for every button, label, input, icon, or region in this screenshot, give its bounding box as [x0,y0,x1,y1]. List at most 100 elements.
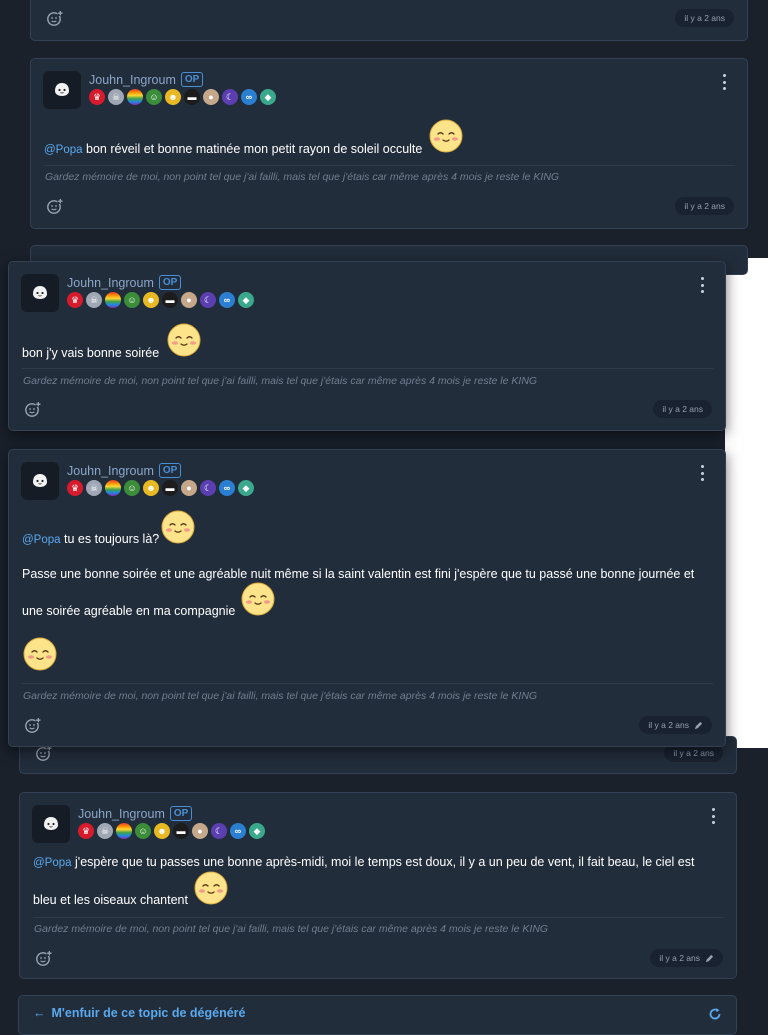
user-signature: Gardez mémoire de moi, non point tel que… [23,690,538,702]
post-author[interactable]: Jouhn_Ingroum OP [78,806,193,821]
user-avatar[interactable] [21,462,59,500]
post-timestamp: il y a 2 ans [675,9,734,27]
post-card: Jouhn_Ingroum OP ♛ ☠ ☺ ☻ ▬ ● ☾ ∞ ◆ @Popa… [8,449,726,747]
post-timestamp: il y a 2 ans [675,197,734,215]
kebab-menu-icon[interactable] [721,74,727,90]
skull-badge-icon: ☠ [108,89,124,105]
blush-emoji-icon [160,509,196,545]
glasses-badge-icon: ∞ [230,823,246,839]
kebab-menu-icon[interactable] [699,277,705,293]
post-author[interactable]: Jouhn_Ingroum OP [89,72,204,87]
user-avatar[interactable] [21,274,59,312]
glasses-badge-icon: ∞ [241,89,257,105]
skull-badge-icon: ☠ [86,292,102,308]
ghost-avatar-icon [30,283,50,303]
rainbow-badge-icon [105,480,121,496]
add-reaction-icon[interactable] [46,198,63,215]
kebab-menu-icon[interactable] [710,808,716,824]
gem-badge-icon: ◆ [260,89,276,105]
user-badges: ♛ ☠ ☺ ☻ ▬ ● ☾ ∞ ◆ [67,480,254,496]
gem-badge-icon: ◆ [238,292,254,308]
post-message: bon j'y vais bonne soirée [22,346,160,360]
portrait-badge-icon: ● [181,292,197,308]
face-badge-icon: ☺ [135,823,151,839]
blush-emoji-icon [240,581,276,617]
ghost-avatar-icon [30,471,50,491]
text-badge-icon: ▬ [162,480,178,496]
post-message-line: Passe une bonne soirée et une agréable n… [22,567,695,581]
post-card: Jouhn_Ingroum OP ♛ ☠ ☺ ☻ ▬ ● ☾ ∞ ◆ @Popa… [30,58,748,229]
user-mention[interactable]: @Popa [22,534,61,546]
glasses-badge-icon: ∞ [219,480,235,496]
laugh-badge-icon: ☻ [143,292,159,308]
user-avatar[interactable] [32,805,70,843]
portrait-badge-icon: ● [203,89,219,105]
gem-badge-icon: ◆ [238,480,254,496]
post-card: Jouhn_Ingroum OP ♛ ☠ ☺ ☻ ▬ ● ☾ ∞ ◆ bon j… [8,261,726,431]
post-card: Jouhn_Ingroum OP ♛ ☠ ☺ ☻ ▬ ● ☾ ∞ ◆ @Popa… [19,792,737,979]
add-reaction-icon[interactable] [35,950,52,967]
gem-badge-icon: ◆ [249,823,265,839]
user-mention[interactable]: @Popa [33,857,72,869]
laugh-badge-icon: ☻ [154,823,170,839]
text-badge-icon: ▬ [184,89,200,105]
moon-badge-icon: ☾ [200,292,216,308]
refresh-icon[interactable] [708,1007,722,1021]
add-reaction-icon[interactable] [46,10,63,27]
post-author[interactable]: Jouhn_Ingroum OP [67,275,182,290]
user-signature: Gardez mémoire de moi, non point tel que… [23,375,538,387]
post-timestamp: il y a 2 ans [653,400,712,418]
separator [22,683,713,684]
rainbow-badge-icon [127,89,143,105]
blush-emoji-icon [193,870,229,906]
blush-emoji-icon [166,322,202,358]
crown-badge-icon: ♛ [78,823,94,839]
ghost-avatar-icon [41,814,61,834]
laugh-badge-icon: ☻ [143,480,159,496]
op-badge: OP [180,72,204,87]
skull-badge-icon: ☠ [97,823,113,839]
crown-badge-icon: ♛ [67,292,83,308]
add-reaction-icon[interactable] [24,401,41,418]
post-author[interactable]: Jouhn_Ingroum OP [67,463,182,478]
portrait-badge-icon: ● [181,480,197,496]
separator [33,917,724,918]
text-badge-icon: ▬ [162,292,178,308]
user-badges: ♛ ☠ ☺ ☻ ▬ ● ☾ ∞ ◆ [78,823,265,839]
user-badges: ♛ ☠ ☺ ☻ ▬ ● ☾ ∞ ◆ [67,292,254,308]
arrow-left-icon: ← [33,1006,46,1020]
user-badges: ♛ ☠ ☺ ☻ ▬ ● ☾ ∞ ◆ [89,89,276,105]
flee-topic-link[interactable]: ← M'enfuir de ce topic de dégénéré [33,1006,246,1020]
user-signature: Gardez mémoire de moi, non point tel que… [34,923,549,935]
user-mention[interactable]: @Popa [44,144,83,156]
ghost-avatar-icon [52,80,72,100]
post-message-line: bleu et les oiseaux chantent [33,893,188,907]
skull-badge-icon: ☠ [86,480,102,496]
post-message-line: une soirée agréable en ma compagnie [22,604,236,618]
face-badge-icon: ☺ [146,89,162,105]
face-badge-icon: ☺ [124,292,140,308]
separator [22,368,713,369]
user-avatar[interactable] [43,71,81,109]
add-reaction-icon[interactable] [35,745,52,762]
separator [44,165,735,166]
add-reaction-icon[interactable] [24,717,41,734]
op-badge: OP [169,806,193,821]
text-badge-icon: ▬ [173,823,189,839]
topic-footer-bar: ← M'enfuir de ce topic de dégénéré [18,995,737,1035]
crown-badge-icon: ♛ [89,89,105,105]
moon-badge-icon: ☾ [222,89,238,105]
op-badge: OP [158,463,182,478]
portrait-badge-icon: ● [192,823,208,839]
post-timestamp: il y a 2 ans [639,716,712,734]
post-card-partial-top: il y a 2 ans [30,0,748,41]
rainbow-badge-icon [105,292,121,308]
moon-badge-icon: ☾ [211,823,227,839]
face-badge-icon: ☺ [124,480,140,496]
page-edge-strip [725,258,768,748]
laugh-badge-icon: ☻ [165,89,181,105]
moon-badge-icon: ☾ [200,480,216,496]
post-message-line: @Popa tu es toujours là? [22,532,160,546]
kebab-menu-icon[interactable] [699,465,705,481]
rainbow-badge-icon [116,823,132,839]
